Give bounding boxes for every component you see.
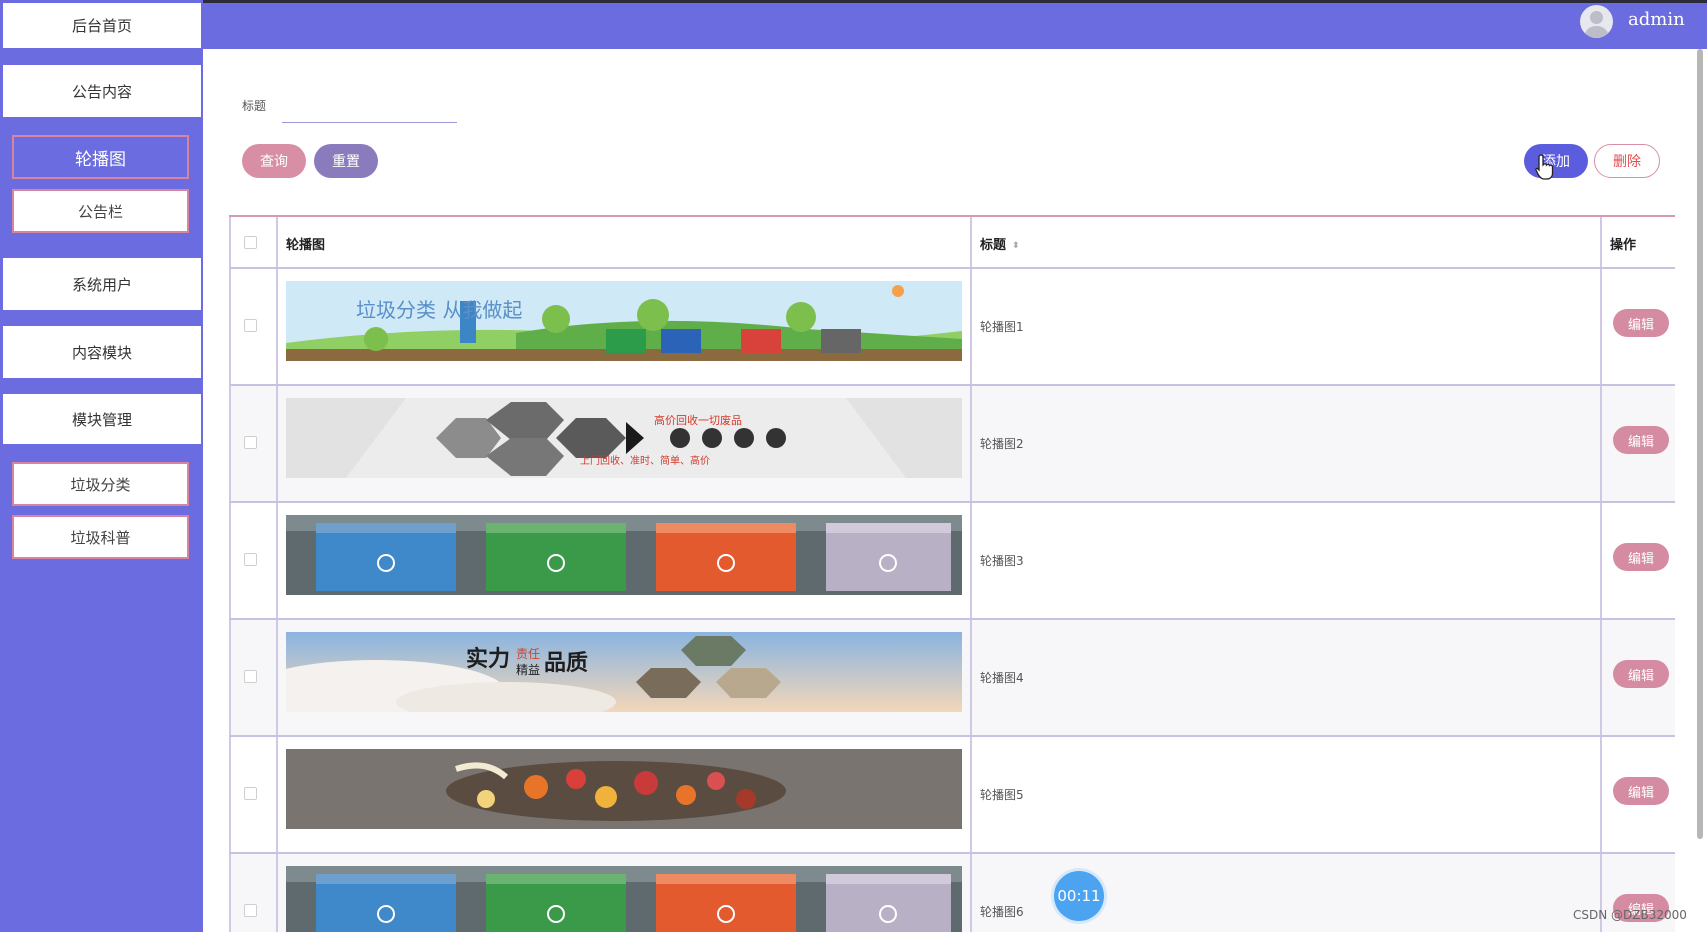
title-filter-input[interactable] <box>282 87 457 123</box>
carousel-image: 垃圾分类 从我做起 <box>286 281 962 361</box>
header-title-cell[interactable]: 标题 ⬍ <box>972 217 1602 267</box>
user-avatar-icon[interactable] <box>1580 5 1613 38</box>
svg-text:实力: 实力 <box>466 646 510 672</box>
sidebar-item-announcements[interactable]: 公告内容 <box>3 65 201 117</box>
sidebar-item-carousel[interactable]: 轮播图 <box>12 135 189 179</box>
row-title: 轮播图5 <box>980 788 1024 802</box>
sidebar-item-garbage-science[interactable]: 垃圾科普 <box>12 515 189 559</box>
image-cell <box>278 854 972 932</box>
select-all-checkbox[interactable] <box>244 236 257 249</box>
header-image-cell: 轮播图 <box>278 217 972 267</box>
image-cell <box>278 503 972 618</box>
select-cell <box>229 386 278 501</box>
avatar-head <box>1590 11 1603 24</box>
row-title: 轮播图3 <box>980 554 1024 568</box>
image-cell: 实力 责任精益 品质 <box>278 620 972 735</box>
sidebar-item-garbage-classification[interactable]: 垃圾分类 <box>12 462 189 506</box>
edit-button[interactable]: 编辑 <box>1613 309 1669 337</box>
sidebar-item-bulletin[interactable]: 公告栏 <box>12 189 189 233</box>
title-cell: 轮播图3 <box>972 503 1602 618</box>
username[interactable]: admin <box>1628 9 1685 30</box>
carousel-image: 实力 责任精益 品质 <box>286 632 962 712</box>
actions-cell: 编辑 <box>1602 269 1675 384</box>
sidebar-item-module-management[interactable]: 模块管理 <box>3 394 201 444</box>
carousel-image <box>286 515 962 595</box>
query-button[interactable]: 查询 <box>242 144 306 178</box>
main-content: 标题 查询 重置 添加 删除 轮播图 标题 ⬍ 操作 垃圾分类 从我做起 轮播图… <box>203 49 1693 932</box>
column-header-actions: 操作 <box>1610 238 1637 253</box>
sort-icon[interactable]: ⬍ <box>1012 241 1020 251</box>
table-row[interactable]: 轮播图6 编辑 <box>229 854 1675 932</box>
select-cell <box>229 269 278 384</box>
row-title: 轮播图2 <box>980 437 1024 451</box>
table-row[interactable]: 垃圾分类 从我做起轮播图1 编辑 <box>229 269 1675 386</box>
image-cell <box>278 737 972 852</box>
table-header-row: 轮播图 标题 ⬍ 操作 <box>229 217 1675 269</box>
svg-text:垃圾分类 从我做起: 垃圾分类 从我做起 <box>356 298 522 322</box>
edit-button[interactable]: 编辑 <box>1613 426 1669 454</box>
title-filter-label: 标题 <box>242 99 267 113</box>
title-cell: 轮播图1 <box>972 269 1602 384</box>
actions-cell: 编辑 <box>1602 620 1675 735</box>
title-cell: 轮播图4 <box>972 620 1602 735</box>
select-cell <box>229 737 278 852</box>
row-title: 轮播图1 <box>980 320 1024 334</box>
svg-text:精益: 精益 <box>516 663 540 677</box>
column-header-image: 轮播图 <box>286 238 326 253</box>
actions-cell: 编辑 <box>1602 503 1675 618</box>
table-row[interactable]: 轮播图3 编辑 <box>229 503 1675 620</box>
table-row[interactable]: 轮播图5 编辑 <box>229 737 1675 854</box>
header-select-cell <box>229 217 278 267</box>
reset-button[interactable]: 重置 <box>314 144 378 178</box>
app-frame: 后台首页 公告内容 轮播图 公告栏 系统用户 内容模块 模块管理 垃圾分类 垃圾… <box>0 0 1707 932</box>
vertical-scrollbar[interactable] <box>1697 49 1703 839</box>
row-checkbox[interactable] <box>244 904 257 917</box>
column-header-title-label: 标题 <box>980 238 1007 253</box>
column-header-title[interactable]: 标题 ⬍ <box>980 234 1020 253</box>
row-checkbox[interactable] <box>244 319 257 332</box>
title-cell: 轮播图2 <box>972 386 1602 501</box>
select-cell <box>229 620 278 735</box>
table-row[interactable]: 实力 责任 精益 品质 轮播图4 编辑 <box>229 620 1675 737</box>
row-checkbox[interactable] <box>244 436 257 449</box>
sidebar-item-system-users[interactable]: 系统用户 <box>3 258 201 310</box>
carousel-image: 高价回收一切废品上门回收、准时、简单、高价 <box>286 398 962 478</box>
sidebar-item-home[interactable]: 后台首页 <box>3 3 201 48</box>
svg-text:责任: 责任 <box>516 647 540 661</box>
avatar-body <box>1585 26 1608 38</box>
title-cell: 轮播图5 <box>972 737 1602 852</box>
row-title: 轮播图4 <box>980 671 1024 685</box>
edit-button[interactable]: 编辑 <box>1613 543 1669 571</box>
edit-button[interactable]: 编辑 <box>1613 660 1669 688</box>
watermark: CSDN @DZB32000 <box>1573 908 1687 922</box>
carousel-table: 轮播图 标题 ⬍ 操作 垃圾分类 从我做起 轮播图1 编辑 高价回收一切废品 上门回收、准… <box>229 215 1675 932</box>
image-cell: 垃圾分类 从我做起 <box>278 269 972 384</box>
table-row[interactable]: 高价回收一切废品上门回收、准时、简单、高价 轮播图2 编辑 <box>229 386 1675 503</box>
hand-cursor-icon <box>1535 154 1554 180</box>
actions-cell: 编辑 <box>1602 386 1675 501</box>
carousel-image <box>286 749 962 829</box>
sidebar: 后台首页 公告内容 轮播图 公告栏 系统用户 内容模块 模块管理 垃圾分类 垃圾… <box>0 0 203 932</box>
row-checkbox[interactable] <box>244 670 257 683</box>
svg-text:品质: 品质 <box>544 650 588 676</box>
select-cell <box>229 503 278 618</box>
header-actions-cell: 操作 <box>1602 217 1675 267</box>
delete-button[interactable]: 删除 <box>1594 144 1660 178</box>
actions-cell: 编辑 <box>1602 737 1675 852</box>
carousel-image <box>286 866 962 932</box>
row-title: 轮播图6 <box>980 905 1024 919</box>
top-bar <box>203 3 1707 49</box>
svg-text:上门回收、准时、简单、高价: 上门回收、准时、简单、高价 <box>580 454 710 467</box>
row-checkbox[interactable] <box>244 787 257 800</box>
row-checkbox[interactable] <box>244 553 257 566</box>
select-cell <box>229 854 278 932</box>
edit-button[interactable]: 编辑 <box>1613 777 1669 805</box>
svg-text:高价回收一切废品: 高价回收一切废品 <box>654 413 742 427</box>
recording-timer: 00:11 <box>1054 871 1104 921</box>
image-cell: 高价回收一切废品上门回收、准时、简单、高价 <box>278 386 972 501</box>
sidebar-item-content-module[interactable]: 内容模块 <box>3 326 201 378</box>
